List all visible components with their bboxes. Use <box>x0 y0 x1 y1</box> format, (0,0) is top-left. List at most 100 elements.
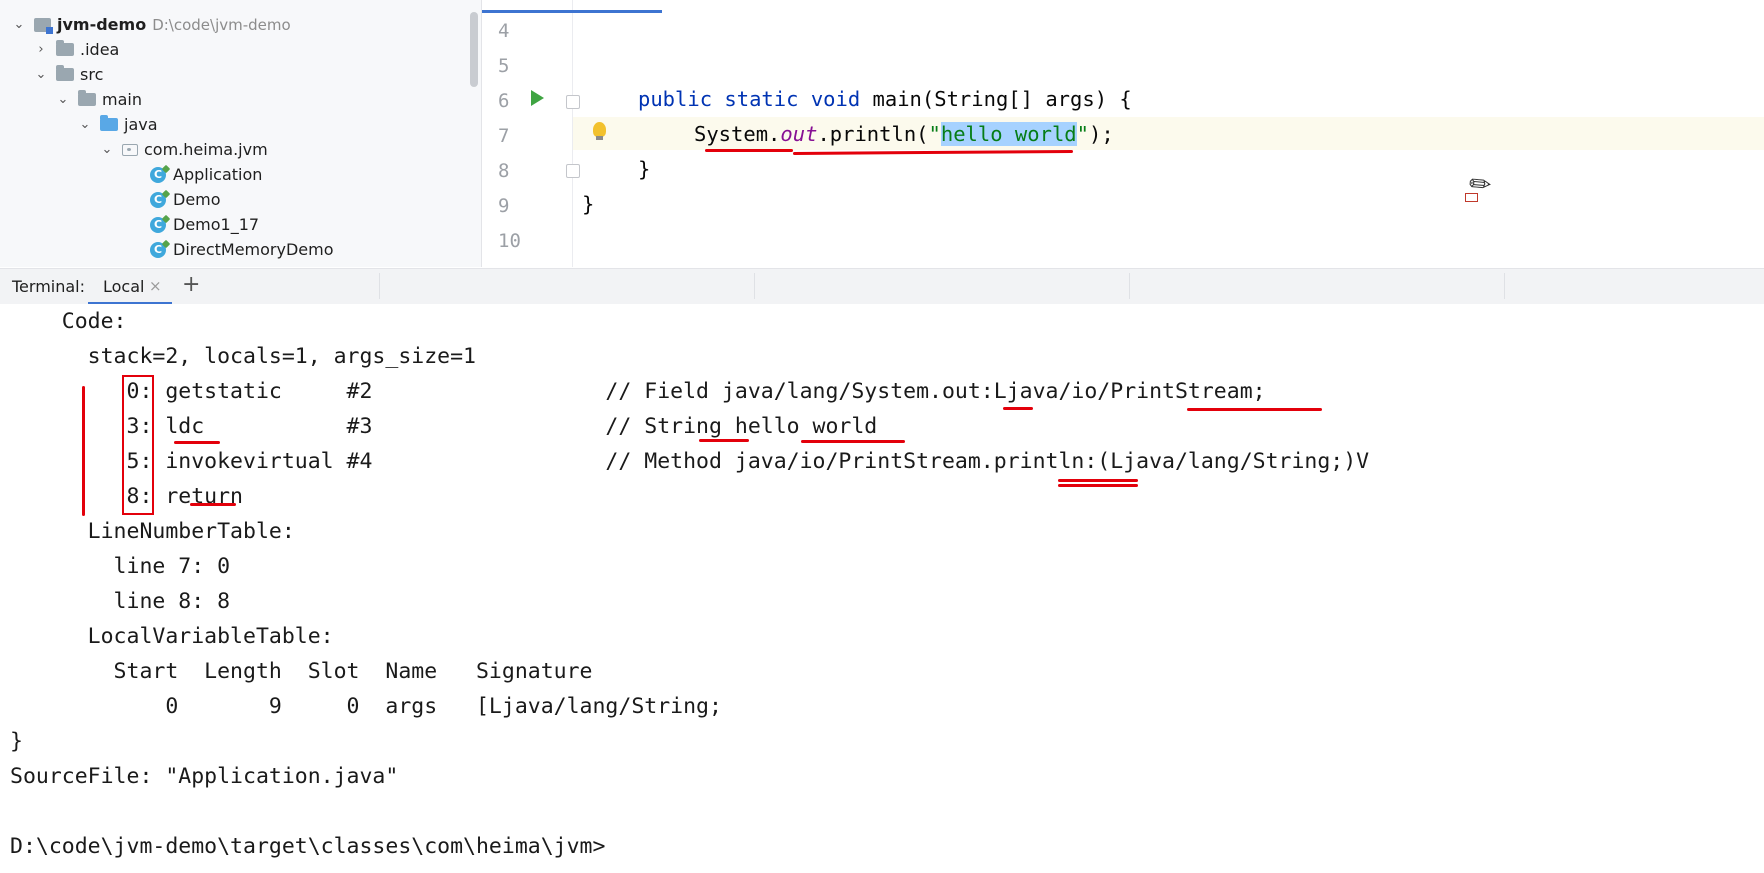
annotation-underline <box>801 440 905 443</box>
annotation-underline <box>792 150 1074 155</box>
project-scrollbar[interactable] <box>470 12 478 87</box>
terminal-prompt: D:\code\jvm-demo\target\classes\com\heim… <box>10 834 606 859</box>
code-editor[interactable]: 4 5 6 7 8 9 10 public static void main(S… <box>482 0 1764 267</box>
tree-item-demo1-17[interactable]: C Demo1_17 <box>150 212 481 237</box>
class-icon: C <box>150 241 166 258</box>
terminal-line: line 7: 0 <box>10 554 231 579</box>
code-line-9: } <box>582 192 595 216</box>
tree-item-demo[interactable]: C Demo <box>150 187 481 212</box>
chevron-down-icon[interactable]: ⌄ <box>56 92 70 107</box>
code-text: System. <box>694 122 781 146</box>
caret-line-highlight <box>482 117 1764 150</box>
divider <box>1129 273 1130 299</box>
tree-item-src[interactable]: ⌄ src <box>34 62 481 87</box>
tree-item-label: com.heima.jvm <box>144 140 268 159</box>
tab-label: Local <box>103 277 145 296</box>
tree-item-label: Application <box>173 165 263 184</box>
module-icon <box>34 17 53 34</box>
run-icon[interactable] <box>531 90 544 106</box>
terminal-line: LocalVariableTable: <box>10 624 334 649</box>
class-icon: C <box>150 191 166 208</box>
tree-item-label: Demo1_17 <box>173 215 260 234</box>
editor-tab-application[interactable] <box>482 0 662 13</box>
annotation-underline <box>174 441 220 444</box>
annotation-underline <box>1003 407 1033 410</box>
terminal-line: line 8: 8 <box>10 589 231 614</box>
keyword: static <box>724 87 799 111</box>
folder-icon <box>78 90 96 106</box>
line-number: 9 <box>498 195 510 217</box>
tree-item-label: jvm-demo <box>57 15 147 34</box>
code-line-6: public static void main(String[] args) { <box>638 87 1132 111</box>
source-folder-icon <box>100 115 118 131</box>
annotation-underline <box>1187 408 1322 411</box>
field-ref: out <box>780 122 818 146</box>
project-panel: ⌄ jvm-demo D:\code\jvm-demo › .idea ⌄ sr… <box>0 0 481 267</box>
annotation-underline <box>1058 484 1138 487</box>
line-number: 4 <box>498 20 510 42</box>
terminal-line: LineNumberTable: <box>10 519 295 544</box>
class-icon: C <box>150 216 166 233</box>
editor-gutter: 4 5 6 7 8 9 10 <box>482 0 662 267</box>
chevron-down-icon[interactable]: ⌄ <box>78 117 92 132</box>
annotation-vertical-line <box>82 386 85 516</box>
tree-item-directmemorydemo[interactable]: C DirectMemoryDemo <box>150 237 481 262</box>
fold-icon[interactable] <box>566 95 580 109</box>
annotation-underline <box>190 503 236 506</box>
tree-item-label: java <box>124 115 158 134</box>
tree-item-path: D:\code\jvm-demo <box>152 15 291 34</box>
chevron-down-icon[interactable]: ⌄ <box>34 67 48 82</box>
terminal-line: Code: <box>10 309 127 334</box>
line-number: 10 <box>498 230 521 252</box>
terminal-line: } <box>10 729 23 754</box>
line-number: 7 <box>498 125 510 147</box>
tree-item-package[interactable]: ⌄ com.heima.jvm <box>100 137 481 162</box>
terminal-toolbar: Terminal: Local × + <box>0 268 1764 305</box>
line-number: 8 <box>498 160 510 182</box>
tab-local[interactable]: Local × <box>88 269 172 305</box>
tree-item-java[interactable]: ⌄ java <box>78 112 481 137</box>
tree-item-label: Demo <box>173 190 221 209</box>
terminal-output[interactable]: Code: stack=2, locals=1, args_size=1 0: … <box>0 304 1764 873</box>
line-number: 5 <box>498 55 510 77</box>
divider <box>379 273 380 299</box>
annotation-box <box>122 375 154 515</box>
project-header <box>0 0 481 10</box>
class-icon: C <box>150 166 166 183</box>
string-quote: " <box>1076 122 1089 146</box>
add-tab-icon[interactable]: + <box>182 272 200 297</box>
terminal-line: stack=2, locals=1, args_size=1 <box>10 344 476 369</box>
fold-icon[interactable] <box>566 164 580 178</box>
terminal-line: 5: invokevirtual #4 // Method java/io/Pr… <box>10 449 1370 474</box>
tree-item-label: src <box>80 65 104 84</box>
code-line-7: System.out.println("hello world"); <box>694 122 1114 146</box>
lightbulb-icon[interactable] <box>593 122 606 140</box>
cursor-marker <box>1465 193 1478 202</box>
folder-icon <box>56 40 74 56</box>
tree-item-main[interactable]: ⌄ main <box>56 87 481 112</box>
folder-icon <box>56 65 74 81</box>
code-text: .println( <box>817 122 929 146</box>
tree-item-idea[interactable]: › .idea <box>34 37 481 62</box>
code-text: main(String[] args) { <box>872 87 1132 111</box>
divider <box>1504 273 1505 299</box>
tree-item-label: .idea <box>80 40 120 59</box>
tree-item-application[interactable]: C Application <box>150 162 481 187</box>
chevron-right-icon[interactable]: › <box>34 42 48 57</box>
keyword: public <box>638 87 713 111</box>
package-icon <box>122 143 138 156</box>
line-number: 6 <box>498 90 510 112</box>
tree-item-label: DirectMemoryDemo <box>173 240 334 259</box>
chevron-down-icon[interactable]: ⌄ <box>12 17 26 32</box>
annotation-underline <box>705 149 793 152</box>
terminal-line: 0 9 0 args [Ljava/lang/String; <box>10 694 722 719</box>
terminal-title: Terminal: <box>12 277 86 296</box>
code-text: ); <box>1088 122 1114 146</box>
terminal-line: Start Length Slot Name Signature <box>10 659 593 684</box>
close-icon[interactable]: × <box>149 277 162 295</box>
chevron-down-icon[interactable]: ⌄ <box>100 142 114 157</box>
terminal-line: 0: getstatic #2 // Field java/lang/Syste… <box>10 379 1266 404</box>
tree-item-jvm-demo[interactable]: ⌄ jvm-demo D:\code\jvm-demo <box>12 12 481 37</box>
divider <box>754 273 755 299</box>
selected-string: hello world <box>940 122 1077 146</box>
